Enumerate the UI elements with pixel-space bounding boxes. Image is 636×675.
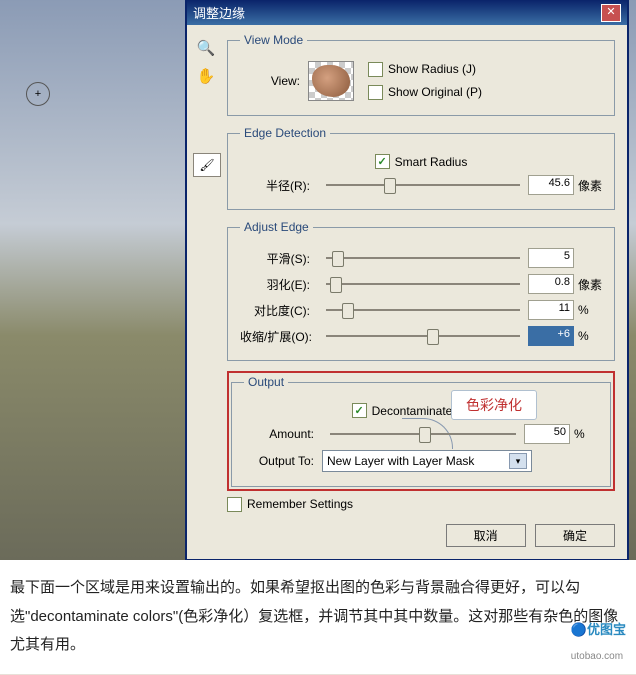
show-radius-checkbox[interactable] xyxy=(368,62,383,77)
smooth-input[interactable]: 5 xyxy=(528,248,574,268)
output-highlight-box: Output Decontaminate Colors Amount:50% O… xyxy=(227,371,615,491)
view-mode-group: View Mode View: Show Radius (J) Show Ori… xyxy=(227,33,615,116)
shift-unit: % xyxy=(578,329,602,343)
amount-input[interactable]: 50 xyxy=(524,424,570,444)
view-thumbnail[interactable] xyxy=(308,61,354,101)
output-to-value: New Layer with Layer Mask xyxy=(327,454,474,468)
article-text: 最下面一个区域是用来设置输出的。如果希望抠出图的色彩与背景融合得更好，可以勾选"… xyxy=(10,579,618,653)
refine-brush-tool[interactable]: 🖌 xyxy=(193,153,221,177)
radius-label: 半径(R): xyxy=(240,177,310,194)
view-label: View: xyxy=(240,74,300,88)
zoom-tool-icon[interactable]: 🔍 xyxy=(195,37,217,59)
output-to-label: Output To: xyxy=(244,454,314,468)
amount-unit: % xyxy=(574,427,598,441)
show-original-label: Show Original (P) xyxy=(388,85,482,99)
cancel-button[interactable]: 取消 xyxy=(446,524,526,547)
output-legend: Output xyxy=(244,375,288,389)
cursor-target-icon: + xyxy=(26,82,50,106)
view-mode-legend: View Mode xyxy=(240,33,307,47)
show-original-checkbox[interactable] xyxy=(368,85,383,100)
smooth-label: 平滑(S): xyxy=(240,250,310,267)
shift-label: 收缩/扩展(O): xyxy=(240,328,310,345)
feather-unit: 像素 xyxy=(578,276,602,293)
chevron-down-icon: ▾ xyxy=(509,453,527,469)
close-button[interactable]: ✕ xyxy=(601,4,621,22)
edge-detection-group: Edge Detection Smart Radius 半径(R): 45.6 … xyxy=(227,126,615,210)
smart-radius-checkbox[interactable] xyxy=(375,154,390,169)
feather-label: 羽化(E): xyxy=(240,276,310,293)
titlebar[interactable]: 调整边缘 ✕ xyxy=(187,0,627,25)
ok-button[interactable]: 确定 xyxy=(535,524,615,547)
radius-unit: 像素 xyxy=(578,177,602,194)
radius-input[interactable]: 45.6 xyxy=(528,175,574,195)
feather-input[interactable]: 0.8 xyxy=(528,274,574,294)
show-radius-label: Show Radius (J) xyxy=(388,62,476,76)
remember-label: Remember Settings xyxy=(247,497,353,511)
amount-label: Amount: xyxy=(244,427,314,441)
refine-edge-dialog: 调整边缘 ✕ 🔍 ✋ 🖌 View Mode View: Show Radius… xyxy=(185,0,629,561)
shift-slider[interactable] xyxy=(326,328,520,344)
radius-slider[interactable] xyxy=(326,177,520,193)
decontaminate-checkbox[interactable] xyxy=(352,403,367,418)
site-logo: 🔵优图宝utobao.com xyxy=(571,618,626,667)
shift-input[interactable]: +6 xyxy=(528,326,574,346)
feather-slider[interactable] xyxy=(326,276,520,292)
contrast-input[interactable]: 11 xyxy=(528,300,574,320)
callout-label: 色彩净化 xyxy=(451,390,537,420)
edge-legend: Edge Detection xyxy=(240,126,330,140)
smooth-slider[interactable] xyxy=(326,250,520,266)
contrast-label: 对比度(C): xyxy=(240,302,310,319)
remember-checkbox[interactable] xyxy=(227,497,242,512)
adjust-legend: Adjust Edge xyxy=(240,220,313,234)
amount-slider[interactable] xyxy=(330,426,516,442)
contrast-unit: % xyxy=(578,303,602,317)
output-group: Output Decontaminate Colors Amount:50% O… xyxy=(231,375,611,487)
contrast-slider[interactable] xyxy=(326,302,520,318)
smart-radius-label: Smart Radius xyxy=(395,155,468,169)
hand-tool-icon[interactable]: ✋ xyxy=(195,65,217,87)
output-to-select[interactable]: New Layer with Layer Mask ▾ xyxy=(322,450,532,472)
adjust-edge-group: Adjust Edge 平滑(S): 5 羽化(E): 0.8像素 对比度(C): 1… xyxy=(227,220,615,361)
dialog-title: 调整边缘 xyxy=(193,3,245,22)
